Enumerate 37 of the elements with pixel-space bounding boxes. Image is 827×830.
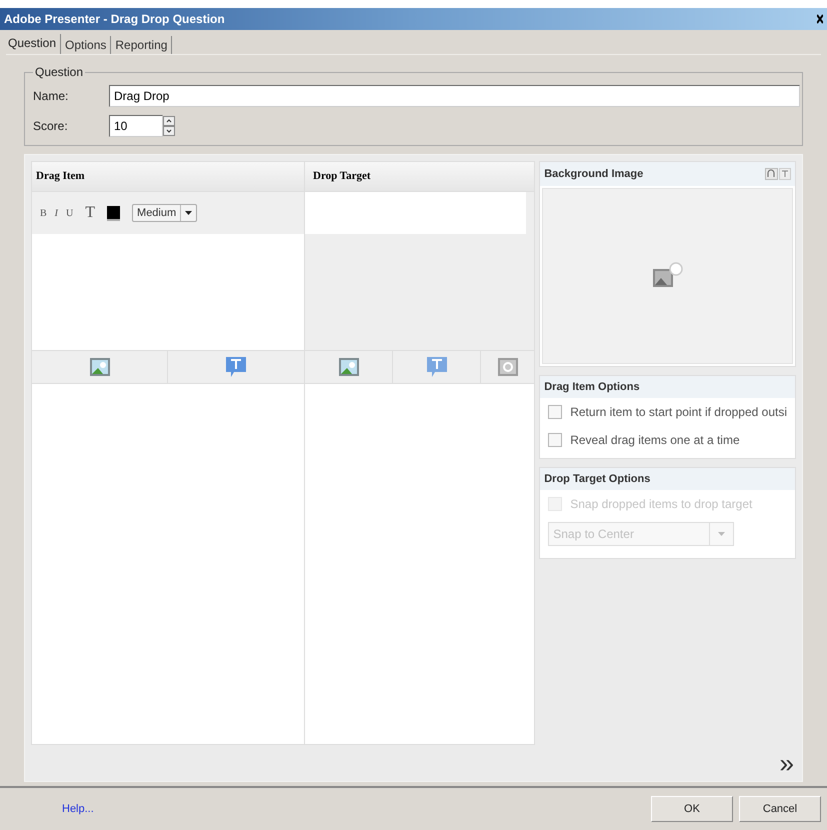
option-label: Reveal drag items one at a time — [570, 432, 740, 449]
text-size-button[interactable]: T — [85, 201, 96, 225]
name-label: Name: — [33, 88, 70, 105]
text-bubble-icon — [225, 356, 247, 378]
panel-heading: Drag Item Options — [540, 376, 795, 398]
zoom-image-icon — [498, 358, 518, 376]
caret-icon — [718, 532, 726, 536]
dialog-button[interactable]: OK — [651, 796, 733, 822]
option-label: Snap dropped items to drop target — [570, 496, 752, 513]
option-label: Return item to start point if dropped outsi — [570, 404, 787, 421]
group-title: Question — [34, 64, 84, 81]
underline-button[interactable]: U — [66, 206, 74, 220]
dialog-button[interactable]: Cancel — [739, 796, 821, 822]
checkbox[interactable] — [548, 405, 562, 419]
italic-button[interactable]: I — [54, 206, 58, 220]
column-heading: Drag Item — [32, 162, 305, 191]
checkbox[interactable] — [548, 433, 562, 447]
font-size-dropdown[interactable]: Medium — [132, 204, 198, 222]
column-heading: Drop Target — [312, 169, 372, 184]
close-icon[interactable] — [817, 14, 823, 24]
text-bubble-icon — [426, 356, 448, 378]
next-button[interactable]: » — [780, 750, 794, 776]
drop-target-field[interactable] — [305, 192, 526, 234]
help-link[interactable]: Help... — [62, 800, 94, 818]
image-icon — [338, 358, 358, 376]
score-label: Score: — [33, 118, 69, 135]
bold-button[interactable]: B — [40, 206, 47, 220]
name-field[interactable]: Drag Drop — [109, 85, 800, 107]
panel-tools-icon[interactable] — [765, 168, 791, 180]
caret-icon — [185, 211, 192, 215]
text-color-swatch[interactable] — [107, 206, 120, 220]
spinner-icon[interactable] — [163, 116, 175, 136]
window-title: Adobe Presenter - Drag Drop Question — [4, 11, 225, 28]
panel-heading: Background Image — [544, 166, 644, 182]
panel-heading: Drop Target Options — [540, 468, 795, 490]
score-field[interactable]: 10 — [109, 115, 163, 137]
image-icon — [90, 358, 110, 376]
